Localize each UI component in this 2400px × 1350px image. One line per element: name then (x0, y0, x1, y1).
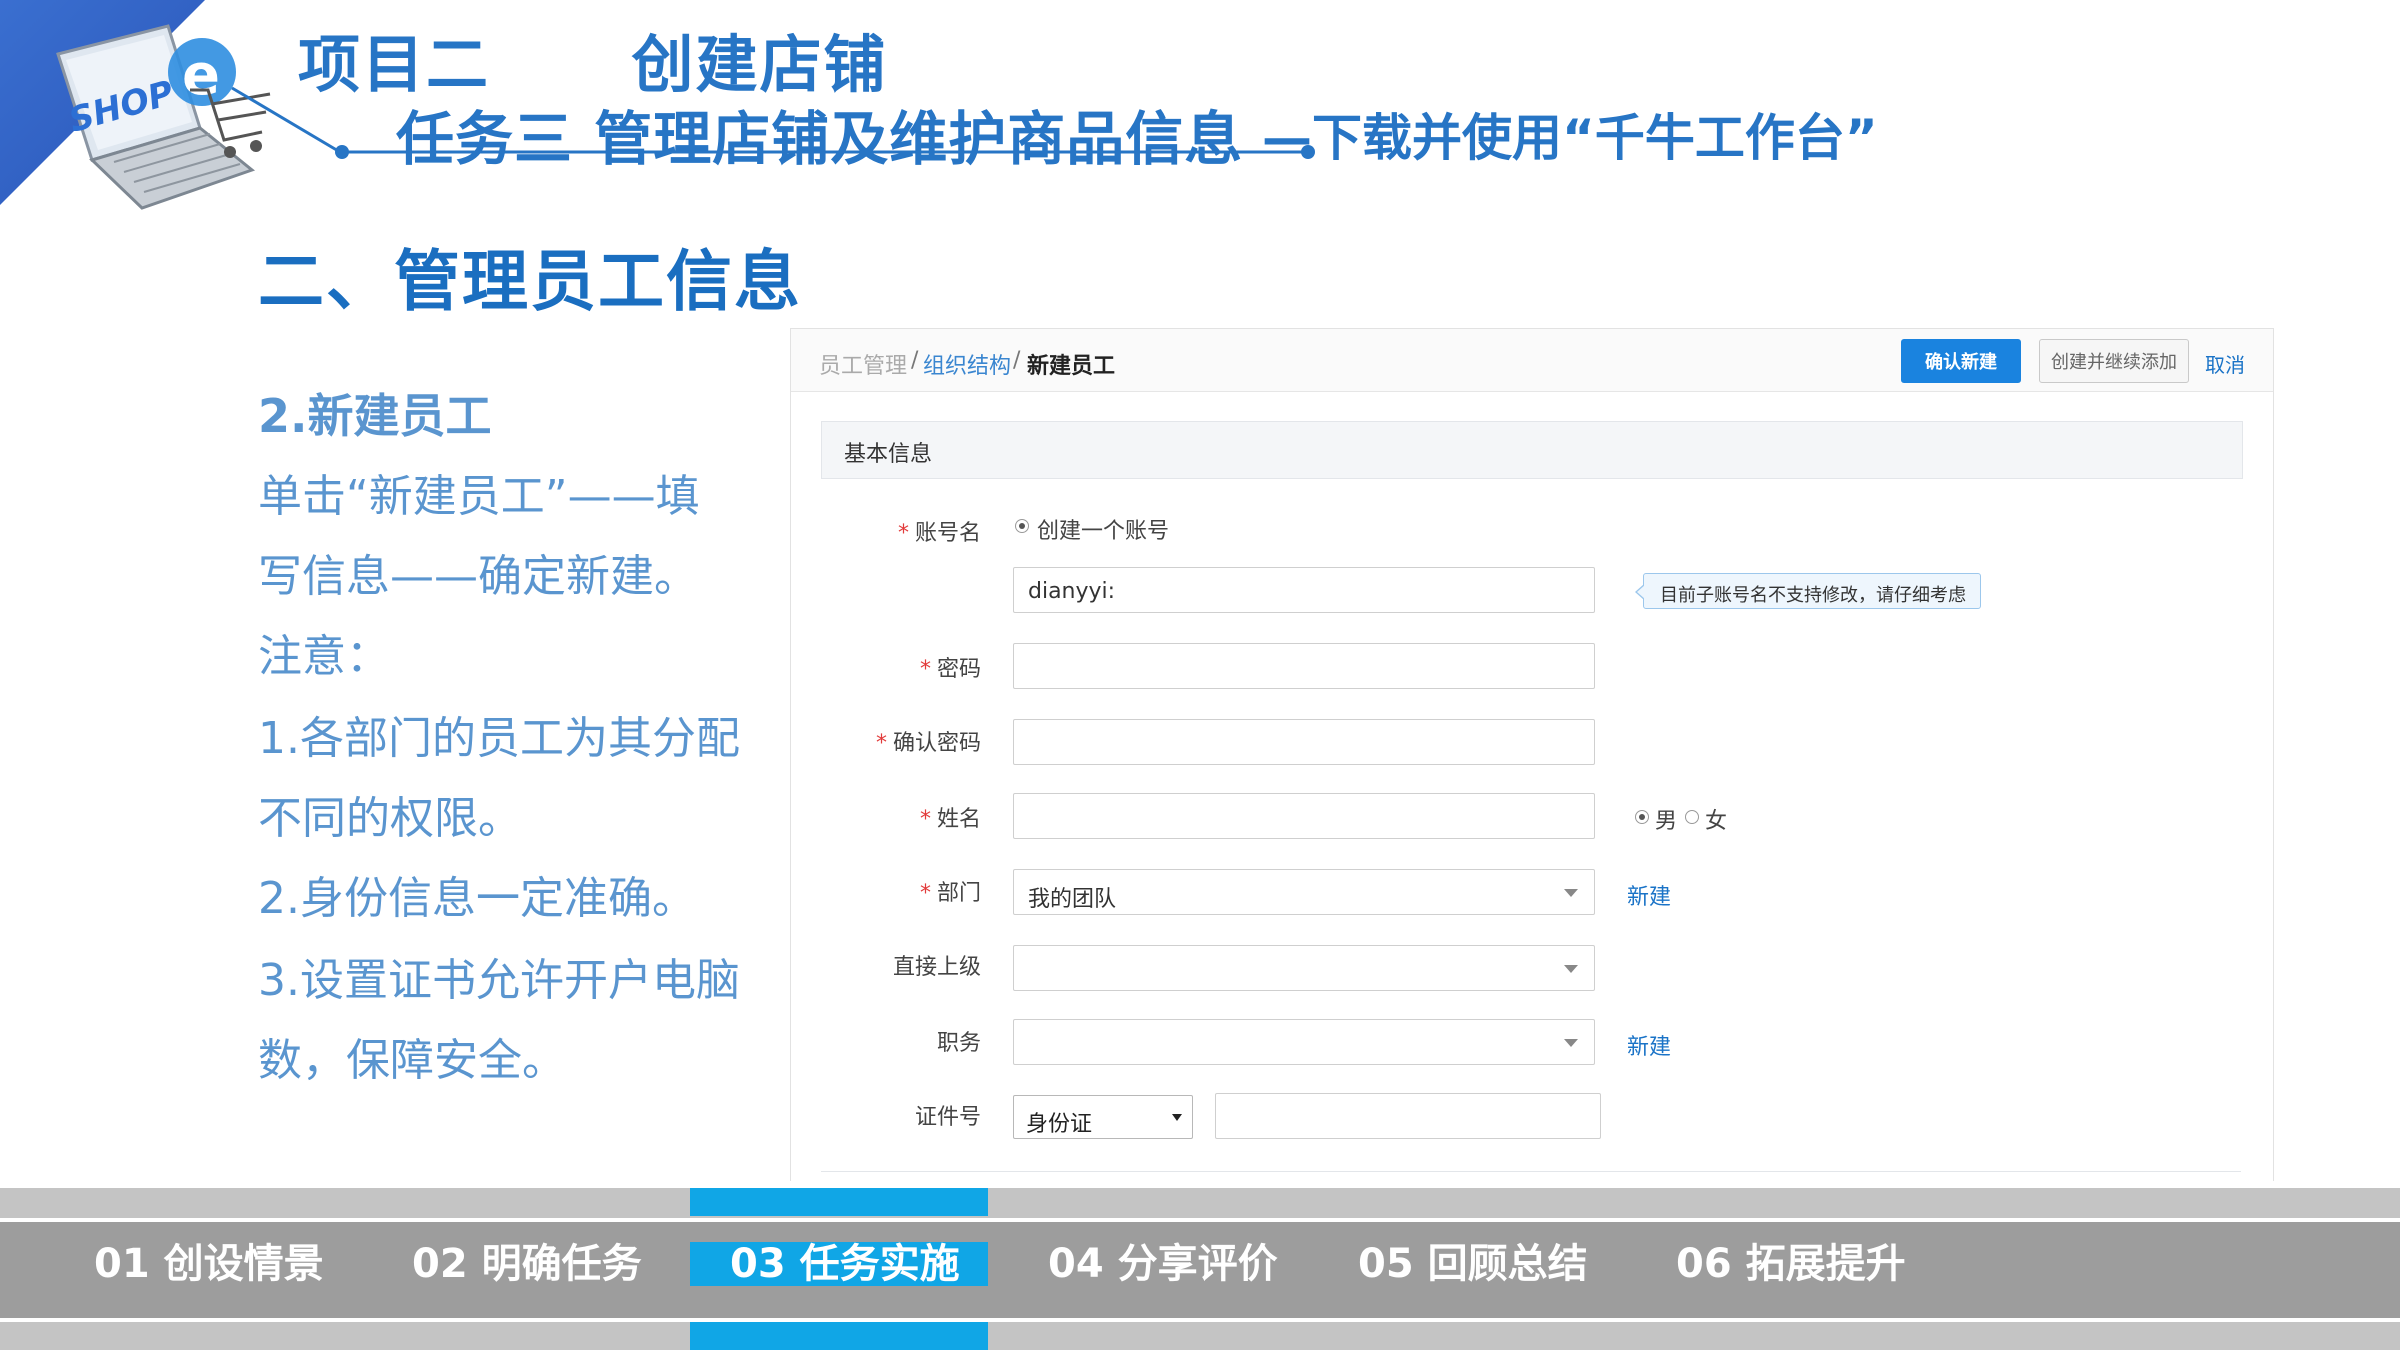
nav-item-review[interactable]: 05 回顾总结 (1358, 1242, 1588, 1286)
breadcrumb-employee-management[interactable]: 员工管理 (819, 348, 907, 380)
name-label: * 姓名 (919, 807, 981, 832)
required-mark: * (897, 521, 909, 546)
instruction-line: 3.设置证书允许开户电脑 (258, 955, 740, 1006)
svg-text:e: e (182, 43, 220, 108)
nav-top-strip (0, 1188, 2400, 1218)
gender-female-radio[interactable] (1685, 810, 1699, 824)
new-department-link[interactable]: 新建 (1627, 879, 1671, 911)
dropdown-arrow-icon (1172, 1114, 1182, 1121)
instruction-line: 不同的权限。 (258, 793, 522, 844)
position-select[interactable] (1013, 1019, 1595, 1065)
new-position-link[interactable]: 新建 (1627, 1029, 1671, 1061)
task-title: 任务三 管理店铺及维护商品信息 (396, 105, 1244, 173)
breadcrumb-current: 新建员工 (1027, 354, 1116, 379)
project-title: 项目二 创建店铺 (298, 28, 888, 101)
gender-male-label: 男 (1655, 809, 1678, 834)
nav-bottom-strip (0, 1322, 2400, 1350)
instruction-line: 数，保障安全。 (258, 1035, 566, 1086)
section-title: 二、管理员工信息 (258, 243, 802, 320)
chevron-down-icon (1564, 965, 1578, 973)
password-label: * 密码 (919, 657, 981, 682)
name-input[interactable] (1013, 793, 1595, 839)
breadcrumb-separator: / (1013, 348, 1021, 373)
account-name-tooltip: 目前子账号名不支持修改，请仔细考虑 (1635, 573, 1981, 609)
cancel-link[interactable]: 取消 (2205, 349, 2245, 378)
gender-male-radio[interactable] (1635, 810, 1649, 824)
breadcrumb-separator: / (911, 348, 919, 373)
nav-active-top-marker (690, 1188, 988, 1216)
instruction-line: 写信息——确定新建。 (258, 551, 698, 602)
basic-info-header: 基本信息 (821, 421, 2243, 479)
nav-item-scenario[interactable]: 01 创设情景 (94, 1242, 324, 1286)
step-title: 2.新建员工 (258, 389, 492, 443)
instruction-line: 单击“新建员工”——填 (258, 471, 700, 522)
new-employee-form-screenshot: 员工管理 / 组织结构 / 新建员工 确认新建 创建并继续添加 取消 基本信息 … (790, 328, 2274, 1181)
basic-info-label: 基本信息 (844, 442, 933, 467)
id-number-label: 证件号 (914, 1105, 981, 1130)
supervisor-select[interactable] (1013, 945, 1595, 991)
department-select[interactable]: 我的团队 (1013, 869, 1595, 915)
create-account-radio[interactable] (1015, 519, 1029, 533)
form-divider (821, 1171, 2241, 1172)
department-label: * 部门 (919, 881, 981, 906)
nav-active-bottom-marker (690, 1322, 988, 1350)
create-account-option-label: 创建一个账号 (1037, 519, 1170, 544)
breadcrumb-bar: 员工管理 / 组织结构 / 新建员工 确认新建 创建并继续添加 取消 (791, 329, 2273, 392)
instruction-line: 注意： (258, 631, 390, 682)
create-and-continue-button[interactable]: 创建并继续添加 (2039, 339, 2189, 383)
account-label: * 账号名 (897, 521, 981, 546)
supervisor-label: 直接上级 (892, 955, 981, 980)
nav-item-task[interactable]: 02 明确任务 (412, 1242, 642, 1286)
breadcrumb-org-structure[interactable]: 组织结构 (923, 348, 1011, 380)
instruction-line: 1.各部门的员工为其分配 (258, 713, 740, 764)
nav-item-implementation[interactable]: 03 任务实施 (730, 1242, 960, 1286)
account-name-input[interactable]: dianyyi: (1013, 567, 1595, 613)
chevron-down-icon (1564, 1039, 1578, 1047)
gender-female-label: 女 (1705, 809, 1728, 834)
instruction-line: 2.身份信息一定准确。 (258, 873, 696, 924)
confirm-create-button[interactable]: 确认新建 (1901, 339, 2021, 383)
shop-laptop-logo: e SHOP (56, 24, 271, 210)
confirm-password-input[interactable] (1013, 719, 1595, 765)
position-label: 职务 (936, 1031, 981, 1056)
nav-item-extension[interactable]: 06 拓展提升 (1676, 1242, 1906, 1286)
confirm-password-label: * 确认密码 (875, 731, 981, 756)
chevron-down-icon (1564, 889, 1578, 897)
nav-item-evaluation[interactable]: 04 分享评价 (1048, 1242, 1278, 1286)
id-type-select[interactable]: 身份证 (1013, 1095, 1193, 1139)
id-number-input[interactable] (1215, 1093, 1601, 1139)
password-input[interactable] (1013, 643, 1595, 689)
task-subtitle: —下载并使用“千牛工作台” (1262, 109, 1878, 167)
